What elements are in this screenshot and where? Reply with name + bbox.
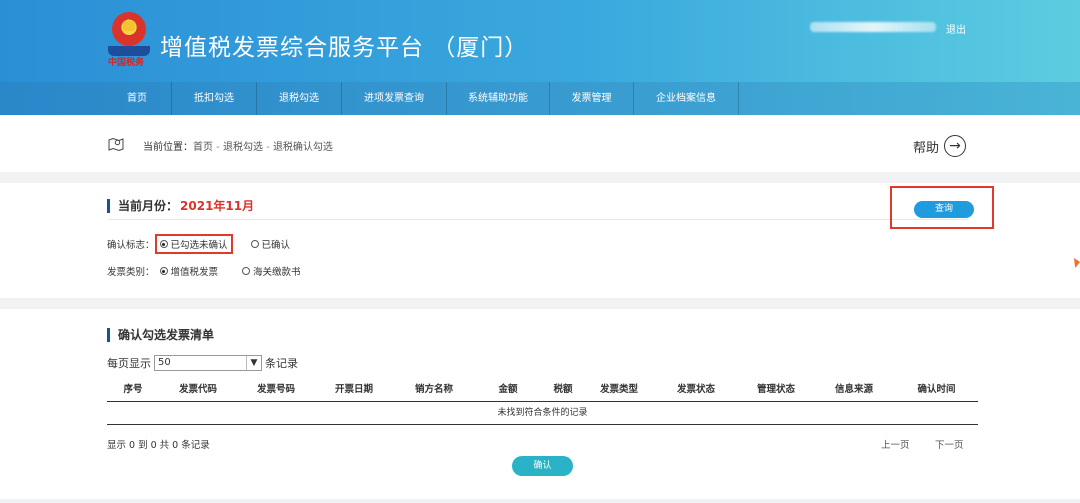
column-header[interactable]: 管理状态 [739,381,813,401]
radio-label: 海关缴款书 [253,267,301,278]
nav-item-refund-select[interactable]: 退税勾选 [257,82,342,115]
column-header[interactable]: 序号 [107,381,159,401]
nav-item-deduction-select[interactable]: 抵扣勾选 [172,82,257,115]
section-bar [107,327,110,342]
column-header[interactable]: 确认时间 [895,381,978,401]
column-header[interactable]: 发票代码 [159,381,237,401]
filter-panel: 当前月份： 2021年11月 查询 确认标志： 已勾选未确认 已确认 发票类别：… [0,183,1080,298]
table-header: 序号 发票代码 发票号码 开票日期 销方名称 金额 税额 发票类型 发票状态 管… [107,381,978,402]
breadcrumb-bar: 当前位置：首页 - 退税勾选 - 退税确认勾选 帮助 → [0,115,1080,172]
radio-customs-bill[interactable]: 海关缴款书 [242,264,301,278]
user-name-blurred [810,22,936,32]
page-size-value: 50 [158,357,171,368]
radio-confirmed[interactable]: 已确认 [250,237,291,251]
site-title: 增值税发票综合服务平台 （厦门） [160,35,529,61]
invoice-list-panel: 确认勾选发票清单 每页显示 50 ▼ 条记录 序号 发票代码 发票号码 开票日期… [0,309,1080,499]
page-size-select[interactable]: 50 ▼ [154,355,262,371]
help-button[interactable]: 帮助 → [913,135,967,157]
prev-page-button[interactable]: 上一页 [881,437,910,451]
nav-item-home[interactable]: 首页 [103,82,172,115]
page-size-suffix: 条记录 [265,357,298,370]
nav-item-input-invoice-query[interactable]: 进项发票查询 [342,82,447,115]
radio-unchecked-icon [250,240,259,248]
column-header[interactable]: 开票日期 [315,381,393,401]
nav-item-enterprise-profile[interactable]: 企业档案信息 [634,82,739,115]
radio-checked-icon [159,267,168,275]
breadcrumb-separator: - [262,142,273,153]
column-header[interactable]: 信息来源 [813,381,895,401]
tax-emblem-logo: 中国税务 [108,12,150,68]
next-page-button[interactable]: 下一页 [935,437,964,451]
help-label: 帮助 [913,140,940,156]
radio-vat-invoice[interactable]: 增值税发票 [159,264,219,278]
column-header[interactable]: 发票号码 [237,381,315,401]
emblem-ribbon [108,46,150,56]
column-header[interactable]: 税额 [541,381,585,401]
invoice-type-row: 发票类别： 增值税发票 海关缴款书 [107,264,301,278]
arrow-right-circle-icon: → [944,135,967,157]
logo-seal-text: 中国税务 [108,58,145,68]
radio-label: 已确认 [261,240,291,251]
breadcrumb-refund-select[interactable]: 退税勾选 [223,142,263,153]
column-header[interactable]: 发票状态 [653,381,739,401]
page-size-prefix: 每页显示 [107,357,151,370]
nav-item-invoice-management[interactable]: 发票管理 [550,82,634,115]
radio-checked-icon [159,240,168,248]
column-header[interactable]: 销方名称 [393,381,475,401]
map-location-icon [108,137,124,152]
main-nav: 首页 抵扣勾选 退税勾选 进项发票查询 系统辅助功能 发票管理 企业档案信息 [0,82,1080,115]
radio-label: 已勾选未确认 [170,240,228,251]
month-label: 当前月份： [118,199,179,213]
breadcrumb-separator: - [213,142,223,153]
invoice-type-label: 发票类别： [107,267,155,278]
radio-selected-unconfirmed[interactable]: 已勾选未确认 [154,234,233,254]
emblem-icon [112,12,146,46]
list-title-text: 确认勾选发票清单 [118,328,215,342]
confirm-button[interactable]: 确认 [512,456,573,476]
month-value: 2021年11月 [180,199,255,213]
breadcrumb-home[interactable]: 首页 [193,142,213,153]
section-bar [107,198,110,213]
table-empty-row: 未找到符合条件的记录 [107,402,978,425]
divider [108,219,968,220]
breadcrumb-label: 当前位置： [143,142,193,153]
radio-unchecked-icon [242,267,251,275]
nav-item-system-tools[interactable]: 系统辅助功能 [447,82,550,115]
page-size-control: 每页显示 50 ▼ 条记录 [107,355,298,371]
query-highlight-box: 查询 [890,186,994,229]
chevron-down-icon: ▼ [246,356,261,370]
column-header[interactable]: 发票类型 [585,381,653,401]
current-month-title: 当前月份： 2021年11月 [107,197,254,214]
column-header[interactable]: 金额 [475,381,541,401]
app-header: 中国税务 增值税发票综合服务平台 （厦门） 退出 [0,0,1080,82]
radio-label: 增值税发票 [170,267,219,278]
record-summary: 显示 0 到 0 共 0 条记录 [107,440,210,451]
logout-link[interactable]: 退出 [946,21,966,36]
list-title: 确认勾选发票清单 [107,326,214,343]
breadcrumb: 当前位置：首页 - 退税勾选 - 退税确认勾选 [143,138,333,153]
confirm-flag-row: 确认标志： 已勾选未确认 已确认 [107,234,290,254]
query-button[interactable]: 查询 [914,201,974,218]
breadcrumb-current: 退税确认勾选 [272,142,333,153]
confirm-flag-label: 确认标志： [107,240,155,251]
